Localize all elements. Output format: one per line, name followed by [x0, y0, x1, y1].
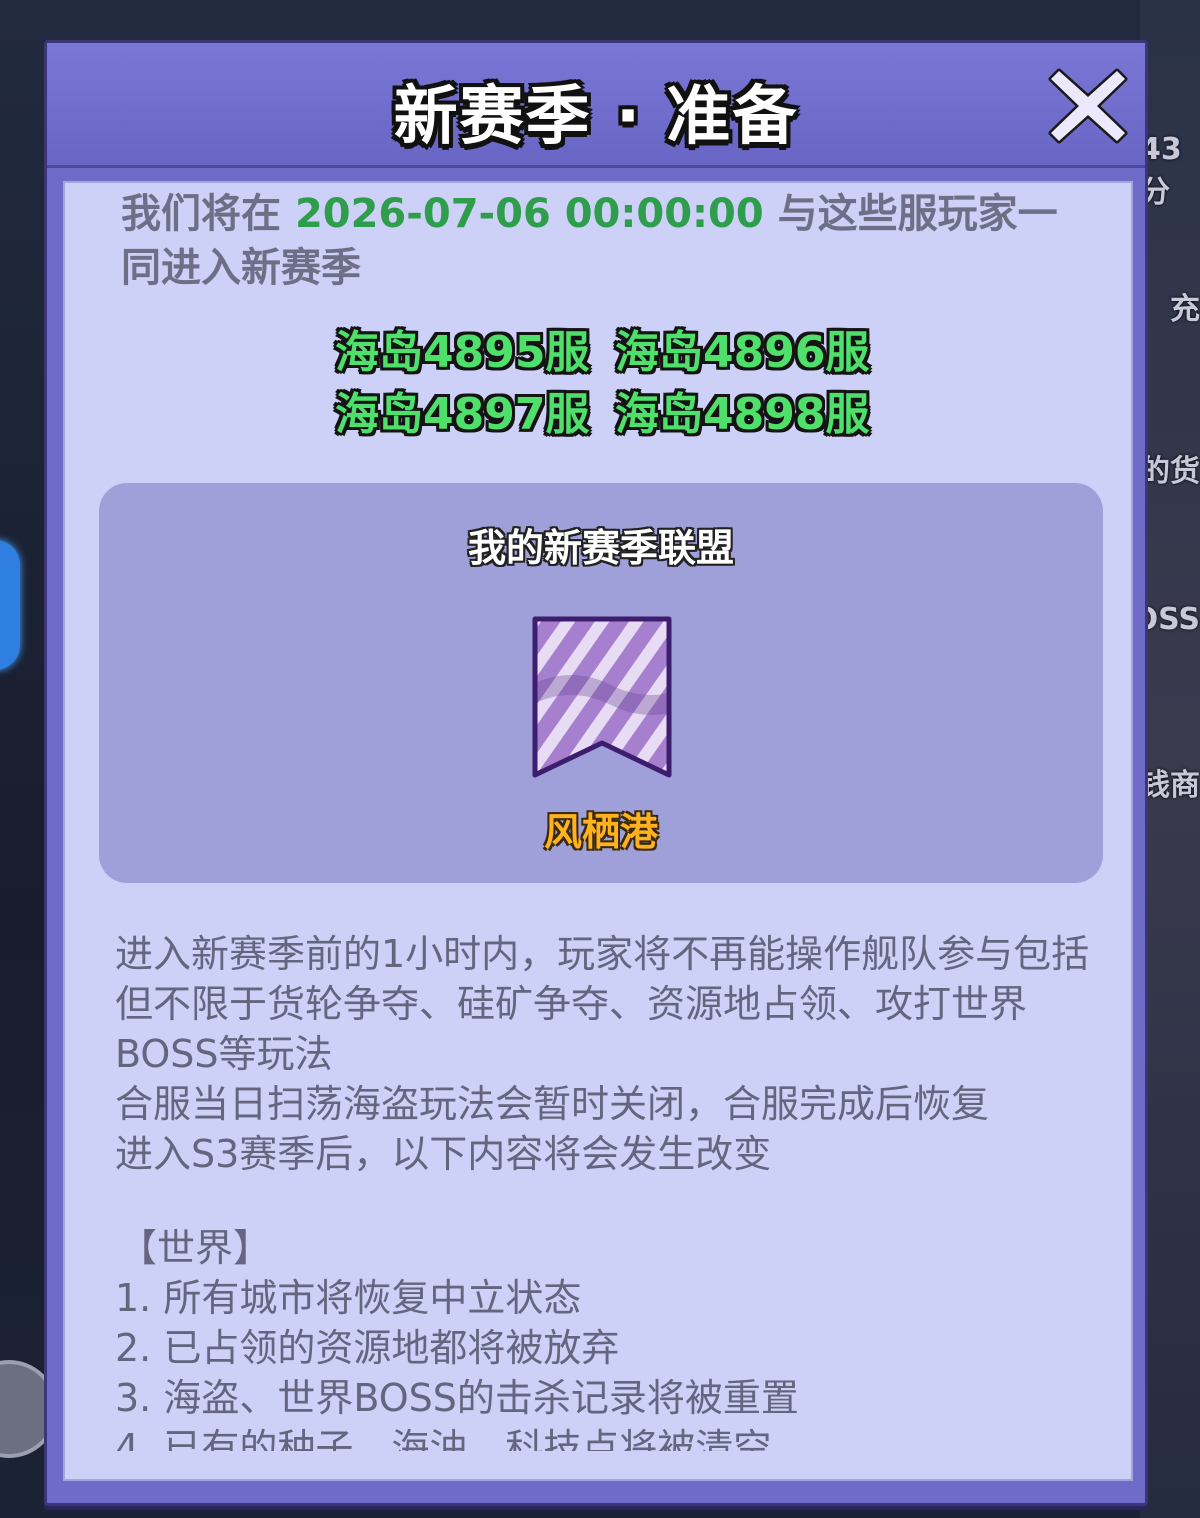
description-paragraph: 进入新赛季前的1小时内，玩家将不再能操作舰队参与包括但不限于货轮争夺、硅矿争夺、…: [115, 932, 1090, 1076]
side-label: 钱商: [1140, 768, 1200, 803]
dialog-title: 新赛季 · 准备: [393, 80, 799, 154]
season-description: 进入新赛季前的1小时内，玩家将不再能操作舰队参与包括但不限于货轮争夺、硅矿争夺、…: [115, 929, 1095, 1179]
description-paragraph: 进入S3赛季后，以下内容将会发生改变: [115, 1132, 772, 1176]
server-name: 海岛4895服: [335, 327, 590, 378]
season-start-date: 2026-07-06 00:00:00: [294, 191, 764, 237]
intro-prefix: 我们将在: [121, 191, 281, 237]
list-item: 4. 已有的种子、海油、科技点将被清空: [115, 1426, 772, 1451]
server-list: 海岛4895服 海岛4896服 海岛4897服 海岛4898服: [335, 325, 895, 443]
intro-text: 我们将在 2026-07-06 00:00:00 与这些服玩家一同进入新赛季: [121, 187, 1081, 295]
side-label: 充: [1170, 292, 1200, 327]
side-label: 的货: [1140, 454, 1200, 489]
world-section-title: 【世界】: [119, 1226, 272, 1270]
alliance-card-title: 我的新赛季联盟: [467, 526, 734, 570]
dialog-content: 我们将在 2026-07-06 00:00:00 与这些服玩家一同进入新赛季 海…: [63, 181, 1133, 1481]
background-blue-button: [0, 540, 20, 670]
alliance-card: 我的新赛季联盟 风栖港: [99, 483, 1103, 883]
list-item: 1. 所有城市将恢复中立状态: [115, 1276, 582, 1320]
list-item: 3. 海盗、世界BOSS的击杀记录将被重置: [115, 1376, 799, 1420]
background-side-menu: 43分 充 的货 BOSS 钱商: [1110, 0, 1200, 1518]
alliance-name: 风栖港: [543, 810, 658, 854]
world-change-list: 1. 所有城市将恢复中立状态 2. 已占领的资源地都将被放弃 3. 海盗、世界B…: [115, 1273, 1095, 1451]
description-paragraph: 合服当日扫荡海盗玩法会暂时关闭，合服完成后恢复: [115, 1082, 990, 1126]
striped-flag-icon[interactable]: [531, 615, 673, 781]
dialog-header: 新赛季 · 准备: [47, 43, 1145, 168]
season-prep-dialog: 新赛季 · 准备 我们将在 2026-07-06 00:00:00 与这些服玩家…: [44, 40, 1148, 1506]
close-button[interactable]: [1045, 63, 1131, 149]
server-name: 海岛4898服: [615, 389, 870, 440]
server-name: 海岛4896服: [615, 327, 870, 378]
close-icon: [1048, 68, 1128, 144]
list-item: 2. 已占领的资源地都将被放弃: [115, 1326, 620, 1370]
side-label: 43分: [1140, 132, 1182, 210]
server-name: 海岛4897服: [335, 389, 590, 440]
